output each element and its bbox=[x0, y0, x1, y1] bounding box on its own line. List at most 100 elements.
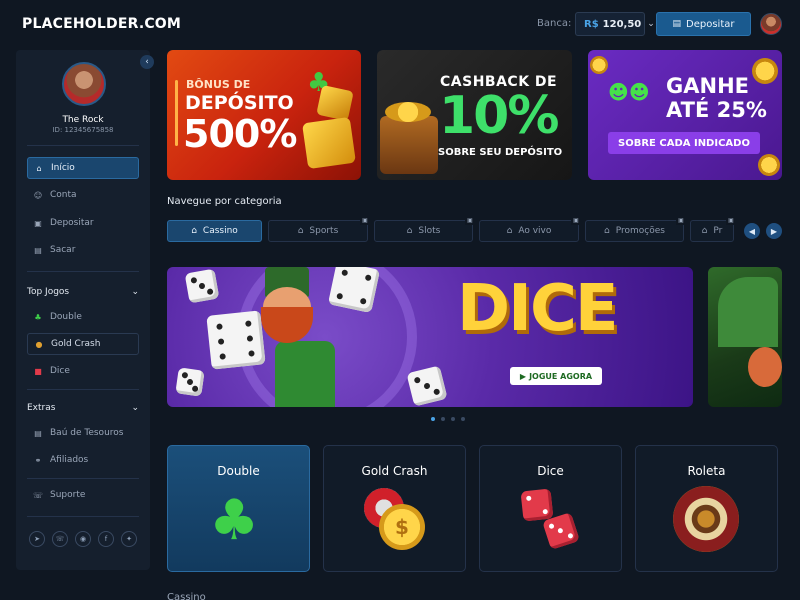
promo-sub-text: SOBRE SEU DEPÓSITO bbox=[438, 147, 563, 158]
carousel-dot[interactable] bbox=[441, 417, 445, 421]
tab-label: Ao vivo bbox=[518, 226, 552, 236]
category-section-title: Navegue por categoria bbox=[167, 196, 282, 207]
balance-amount: 120,50 bbox=[602, 18, 642, 30]
game-card-dice[interactable]: Dice bbox=[479, 445, 622, 572]
sidebar-item-label: Gold Crash bbox=[51, 339, 101, 349]
promo-cashback[interactable]: CASHBACK DE 10% SOBRE SEU DEPÓSITO bbox=[377, 50, 572, 180]
deposit-icon: ▣ bbox=[34, 218, 42, 228]
promo-small-text: BÔNUS DE bbox=[186, 78, 251, 91]
sidebar-item-gold-crash[interactable]: ● Gold Crash bbox=[27, 333, 139, 355]
sidebar-item-depositar[interactable]: ▣ Depositar bbox=[27, 212, 139, 234]
profile-avatar[interactable] bbox=[62, 62, 106, 106]
collapse-sidebar-icon[interactable]: ‹ bbox=[140, 55, 154, 69]
carousel-dot[interactable] bbox=[431, 417, 435, 421]
dice-icon: ■ bbox=[34, 366, 42, 376]
promo-mid-text: DEPÓSITO bbox=[185, 92, 294, 114]
chevron-left-icon[interactable]: ◀ bbox=[744, 223, 760, 239]
hero-banner-dice[interactable]: DICE ▶ JOGUE AGORA bbox=[167, 267, 693, 407]
chevron-down-icon: ⌄ bbox=[131, 403, 139, 413]
game-name: Gold Crash bbox=[361, 464, 428, 478]
sidebar-divider bbox=[27, 389, 139, 390]
game-name: Roleta bbox=[687, 464, 726, 478]
wallet-icon: ▤ bbox=[672, 19, 682, 29]
chevron-right-icon[interactable]: ▶ bbox=[766, 223, 782, 239]
tab-label: Sports bbox=[309, 226, 339, 236]
die-icon bbox=[520, 488, 554, 522]
chip-icon: ● bbox=[35, 339, 43, 349]
tab-partial[interactable]: ⌂ Pr ▣ bbox=[690, 215, 736, 242]
game-card-roleta[interactable]: Roleta bbox=[635, 445, 778, 572]
tab-sports[interactable]: ⌂ Sports ▣ bbox=[268, 215, 370, 242]
promo-big-text: 10% bbox=[439, 86, 559, 146]
sidebar-item-dice[interactable]: ■ Dice bbox=[27, 360, 139, 382]
users-group-icon: ☻☻ bbox=[608, 80, 650, 104]
roulette-icon bbox=[673, 486, 739, 552]
hero-title: DICE bbox=[457, 272, 619, 346]
die-icon bbox=[184, 268, 220, 304]
sidebar-item-suporte[interactable]: ☏ Suporte bbox=[27, 484, 139, 506]
sidebar-item-double[interactable]: ♣ Double bbox=[27, 306, 139, 328]
sidebar-item-afiliados[interactable]: ⚭ Afiliados bbox=[27, 449, 139, 471]
home-icon: ⌂ bbox=[36, 163, 42, 173]
header-avatar[interactable] bbox=[760, 13, 782, 35]
tab-label: Promoções bbox=[615, 226, 665, 236]
carousel-dot[interactable] bbox=[451, 417, 455, 421]
gift-icon bbox=[302, 116, 356, 170]
sidebar-item-label: Baú de Tesouros bbox=[50, 428, 124, 438]
whatsapp-icon[interactable]: ☏ bbox=[52, 531, 68, 547]
coin-icon bbox=[590, 56, 608, 74]
sidebar-item-inicio[interactable]: ⌂ Início bbox=[27, 157, 139, 179]
deposit-button[interactable]: ▤ Depositar bbox=[656, 12, 751, 36]
home-icon: ⌂ bbox=[604, 226, 610, 236]
hero-banner-next[interactable] bbox=[708, 267, 782, 407]
sidebar-item-label: Depositar bbox=[50, 218, 94, 228]
die-icon bbox=[406, 365, 448, 407]
instagram-icon[interactable]: ◉ bbox=[75, 531, 91, 547]
balance-dropdown[interactable]: R$ 120,50 ⌄ bbox=[575, 12, 655, 36]
casino-section-title: Cassino bbox=[167, 592, 206, 600]
twitter-icon[interactable]: ✦ bbox=[121, 531, 137, 547]
home-icon: ⌂ bbox=[701, 226, 708, 236]
withdraw-icon: ▤ bbox=[34, 245, 42, 255]
game-card-gold-crash[interactable]: Gold Crash $ bbox=[323, 445, 466, 572]
sidebar-item-label: Sacar bbox=[50, 245, 76, 255]
lock-icon: ▣ bbox=[571, 215, 581, 225]
tab-label: Cassino bbox=[202, 226, 238, 236]
sidebar-item-label: Suporte bbox=[50, 490, 86, 500]
sidebar-item-conta[interactable]: ☺ Conta bbox=[27, 184, 139, 206]
promo-title-line2: ATÉ 25% bbox=[666, 98, 767, 122]
site-logo[interactable]: PLACEHOLDER.COM bbox=[22, 16, 181, 32]
play-now-button[interactable]: ▶ JOGUE AGORA bbox=[510, 367, 602, 385]
promo-referral[interactable]: ☻☻ GANHE ATÉ 25% SOBRE CADA INDICADO bbox=[588, 50, 782, 180]
game-card-double[interactable]: Double ♣ bbox=[167, 445, 310, 572]
facebook-icon[interactable]: f bbox=[98, 531, 114, 547]
top-games-header[interactable]: Top Jogos ⌄ bbox=[27, 287, 139, 297]
tab-slots[interactable]: ⌂ Slots ▣ bbox=[374, 215, 475, 242]
sidebar-item-sacar[interactable]: ▤ Sacar bbox=[27, 239, 139, 261]
coin-icon bbox=[758, 154, 780, 176]
chevron-down-icon: ⌄ bbox=[647, 19, 655, 29]
support-icon: ☏ bbox=[33, 490, 44, 500]
balance-currency: R$ bbox=[584, 18, 599, 30]
social-links: ➤ ☏ ◉ f ✦ bbox=[29, 531, 137, 547]
sidebar-divider bbox=[27, 478, 139, 479]
carousel-dot[interactable] bbox=[461, 417, 465, 421]
sidebar-divider bbox=[27, 145, 139, 146]
telegram-icon[interactable]: ➤ bbox=[29, 531, 45, 547]
home-icon: ⌂ bbox=[506, 226, 513, 236]
sidebar-divider bbox=[27, 271, 139, 272]
tab-promocoes[interactable]: ⌂ Promoções ▣ bbox=[585, 215, 686, 242]
tab-cassino[interactable]: ⌂ Cassino bbox=[167, 220, 262, 242]
treasure-chest-icon bbox=[380, 116, 438, 174]
top-games-title: Top Jogos bbox=[27, 287, 70, 297]
tab-label: Pr bbox=[713, 226, 723, 236]
tab-ao-vivo[interactable]: ⌂ Ao vivo ▣ bbox=[479, 215, 581, 242]
sidebar-divider bbox=[27, 516, 139, 517]
promo-deposit-bonus[interactable]: ♣ BÔNUS DE DEPÓSITO 500% bbox=[167, 50, 361, 180]
sidebar-item-bau-de-tesouros[interactable]: ▤ Baú de Tesouros bbox=[27, 422, 139, 444]
extras-header[interactable]: Extras ⌄ bbox=[27, 403, 139, 413]
user-icon: ☺ bbox=[33, 190, 43, 200]
play-now-label: JOGUE AGORA bbox=[529, 371, 593, 381]
sidebar-item-label: Dice bbox=[50, 366, 70, 376]
promo-cta-button[interactable]: SOBRE CADA INDICADO bbox=[608, 132, 760, 154]
